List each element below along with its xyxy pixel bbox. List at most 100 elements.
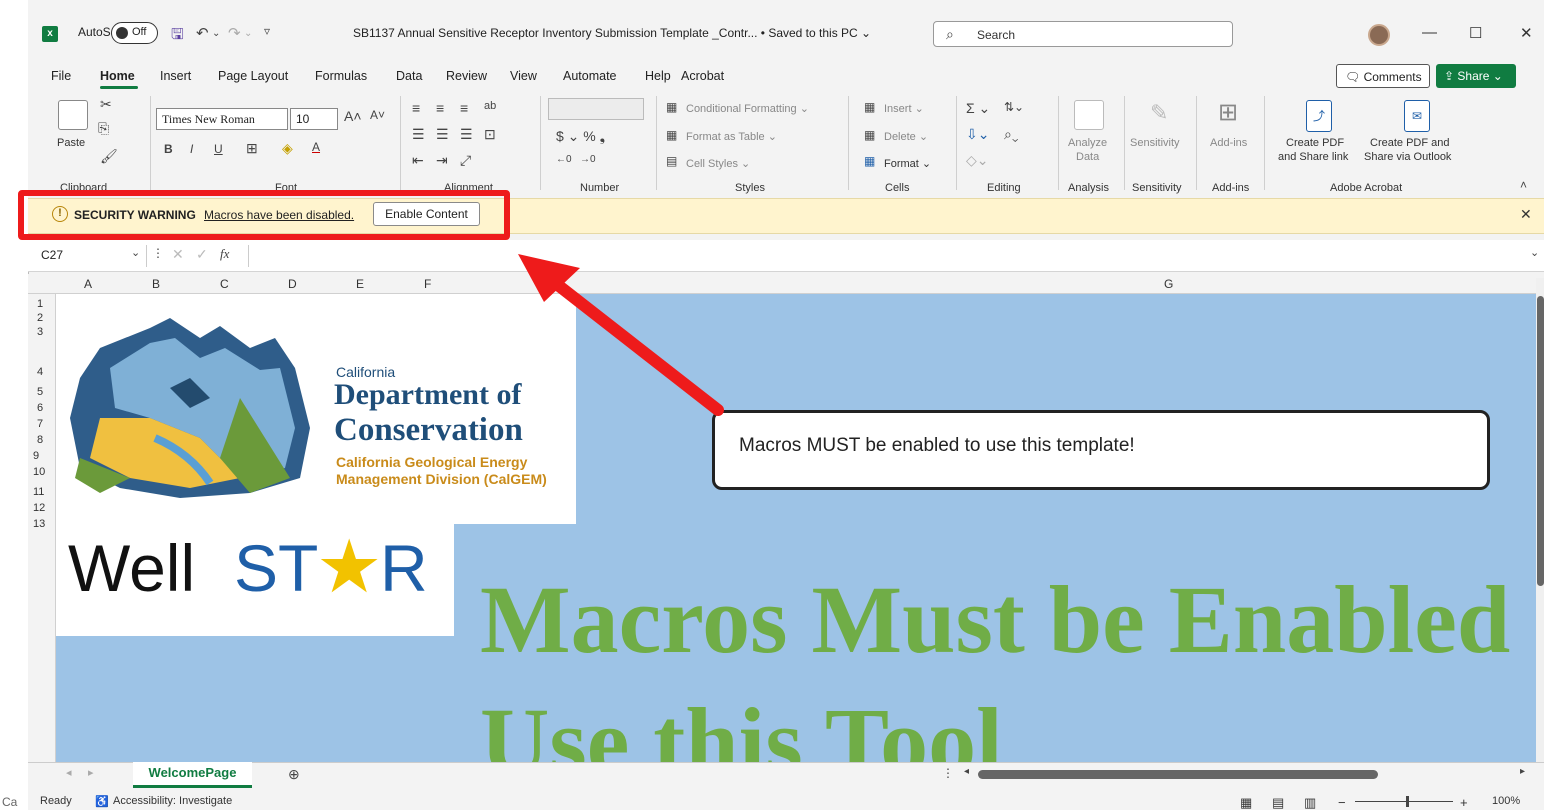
page-layout-view-icon[interactable]: ▤ — [1272, 795, 1284, 810]
close-icon[interactable]: ✕ — [1520, 206, 1532, 223]
undo-dropdown-icon[interactable]: ⌄ — [212, 28, 220, 39]
row-header[interactable]: 6 — [37, 402, 43, 414]
chevron-down-icon[interactable]: ⌄ — [131, 246, 140, 259]
fill-icon[interactable]: ⇩⌄ — [966, 126, 989, 143]
column-header[interactable]: G — [1164, 277, 1173, 291]
row-header[interactable]: 13 — [33, 518, 45, 530]
column-header[interactable]: D — [288, 277, 297, 291]
zoom-out-icon[interactable]: − — [1338, 795, 1346, 810]
vertical-scroll-thumb[interactable] — [1537, 296, 1544, 586]
zoom-slider-thumb[interactable] — [1406, 796, 1409, 807]
tab-insert[interactable]: Insert — [160, 69, 191, 83]
zoom-in-icon[interactable]: + — [1460, 795, 1468, 810]
number-format-symbols[interactable]: $ ⌄ % ❟ — [556, 128, 605, 145]
tab-data[interactable]: Data — [396, 69, 422, 83]
number-format-select[interactable] — [548, 98, 644, 120]
increase-indent-icon[interactable]: ⇥ — [436, 152, 448, 169]
autosum-icon[interactable]: Σ ⌄ — [966, 100, 990, 117]
borders-icon[interactable]: ⊞ — [246, 140, 258, 157]
tab-file[interactable]: File — [51, 69, 71, 83]
paste-icon[interactable] — [58, 100, 88, 130]
cell-styles-button[interactable]: Cell Styles ⌄ — [686, 157, 750, 170]
tab-home[interactable]: Home — [100, 69, 135, 83]
addins-icon[interactable]: ⊞ — [1218, 98, 1238, 127]
collapse-ribbon-icon[interactable]: ˄ — [1520, 178, 1527, 192]
format-painter-icon[interactable]: 🖌 — [100, 148, 118, 165]
row-header[interactable]: 7 — [37, 418, 43, 430]
redo-icon[interactable]: ↷ — [228, 24, 241, 42]
minimize-button[interactable]: — — [1422, 24, 1437, 41]
row-header[interactable]: 4 — [37, 366, 43, 378]
next-sheet-icon[interactable]: ▸ — [88, 766, 94, 779]
find-select-icon[interactable]: ⌕⌄ — [1004, 126, 1018, 143]
column-header[interactable]: E — [356, 277, 364, 291]
column-header[interactable]: F — [424, 277, 431, 291]
redo-dropdown-icon[interactable]: ⌄ — [244, 28, 252, 39]
enter-icon[interactable]: ✓ — [196, 246, 208, 263]
tab-formulas[interactable]: Formulas — [315, 69, 367, 83]
save-icon[interactable]: 🖫 — [171, 24, 184, 49]
underline-icon[interactable]: U — [214, 142, 223, 156]
avatar[interactable] — [1368, 24, 1390, 46]
insert-function-icon[interactable]: fx — [220, 246, 229, 262]
autosave-toggle[interactable]: Off — [111, 22, 158, 44]
align-bottom-icon[interactable]: ≡ — [460, 100, 468, 116]
scroll-right-icon[interactable]: ▸ — [1520, 766, 1525, 777]
row-header[interactable]: 11 — [33, 486, 44, 498]
tab-automate[interactable]: Automate — [563, 69, 617, 83]
align-top-icon[interactable]: ≡ — [412, 100, 420, 116]
row-header[interactable]: 1 — [37, 298, 43, 310]
increase-decimal-icon[interactable]: ←0 — [556, 154, 572, 165]
decrease-indent-icon[interactable]: ⇤ — [412, 152, 424, 169]
cut-icon[interactable]: ✂ — [100, 96, 112, 113]
row-header[interactable]: 8 — [37, 434, 43, 446]
row-header[interactable]: 9 — [33, 450, 39, 462]
decrease-decimal-icon[interactable]: →0 — [580, 154, 596, 165]
comments-button[interactable]: 🗨 Comments — [1336, 64, 1430, 88]
decrease-font-icon[interactable]: A˅ — [370, 108, 385, 122]
restore-button[interactable]: ☐ — [1469, 24, 1482, 42]
tab-review[interactable]: Review — [446, 69, 487, 83]
share-button[interactable]: ⇪ Share ⌄ — [1436, 64, 1516, 88]
font-size-select[interactable]: 10 — [290, 108, 338, 130]
increase-font-icon[interactable]: A˄ — [344, 108, 362, 124]
analyze-data-icon[interactable] — [1074, 100, 1104, 130]
undo-icon[interactable]: ↶ — [196, 24, 209, 42]
normal-view-icon[interactable]: ▦ — [1240, 795, 1252, 810]
addins-label[interactable]: Add-ins — [1210, 137, 1247, 149]
insert-cells-button[interactable]: Insert ⌄ — [884, 102, 924, 115]
sheet-tab-welcomepage[interactable]: WelcomePage — [133, 762, 252, 788]
row-header[interactable]: 12 — [33, 502, 45, 514]
align-center-icon[interactable]: ☰ — [436, 126, 449, 143]
scroll-left-icon[interactable]: ◂ — [964, 766, 969, 777]
font-name-select[interactable]: Times New Roman — [156, 108, 288, 130]
row-header[interactable]: 10 — [33, 466, 45, 478]
split-handle-icon[interactable]: ⋮ — [942, 766, 954, 780]
formula-input[interactable] — [248, 245, 1538, 267]
fill-color-icon[interactable]: ◈ — [282, 140, 293, 157]
merge-center-icon[interactable]: ⊡ — [484, 126, 496, 143]
sort-filter-icon[interactable]: ⇅⌄ — [1004, 100, 1024, 114]
conditional-formatting-button[interactable]: Conditional Formatting ⌄ — [686, 102, 809, 115]
prev-sheet-icon[interactable]: ◂ — [66, 766, 72, 779]
row-header[interactable]: 5 — [37, 386, 43, 398]
zoom-level[interactable]: 100% — [1492, 795, 1520, 807]
document-title[interactable]: SB1137 Annual Sensitive Receptor Invento… — [353, 26, 871, 40]
sensitivity-icon[interactable]: ✎ — [1150, 100, 1168, 126]
create-pdf-outlook-icon[interactable]: ✉ — [1404, 100, 1430, 132]
tab-view[interactable]: View — [510, 69, 537, 83]
accessibility-status[interactable]: Accessibility: Investigate — [113, 795, 232, 807]
wrap-text-icon[interactable]: ab — [484, 100, 496, 112]
align-middle-icon[interactable]: ≡ — [436, 100, 444, 116]
align-right-icon[interactable]: ☰ — [460, 126, 473, 143]
sensitivity-label[interactable]: Sensitivity — [1130, 137, 1180, 149]
cancel-icon[interactable]: ✕ — [172, 246, 184, 263]
column-header[interactable]: A — [84, 277, 92, 291]
row-header[interactable]: 2 — [37, 312, 43, 324]
bold-icon[interactable]: B — [164, 142, 173, 156]
format-cells-button[interactable]: Format ⌄ — [884, 157, 931, 170]
copy-icon[interactable]: ⎘ — [98, 120, 109, 137]
zoom-slider[interactable] — [1355, 801, 1453, 802]
column-header[interactable]: B — [152, 277, 160, 291]
paste-label[interactable]: Paste — [57, 137, 85, 149]
